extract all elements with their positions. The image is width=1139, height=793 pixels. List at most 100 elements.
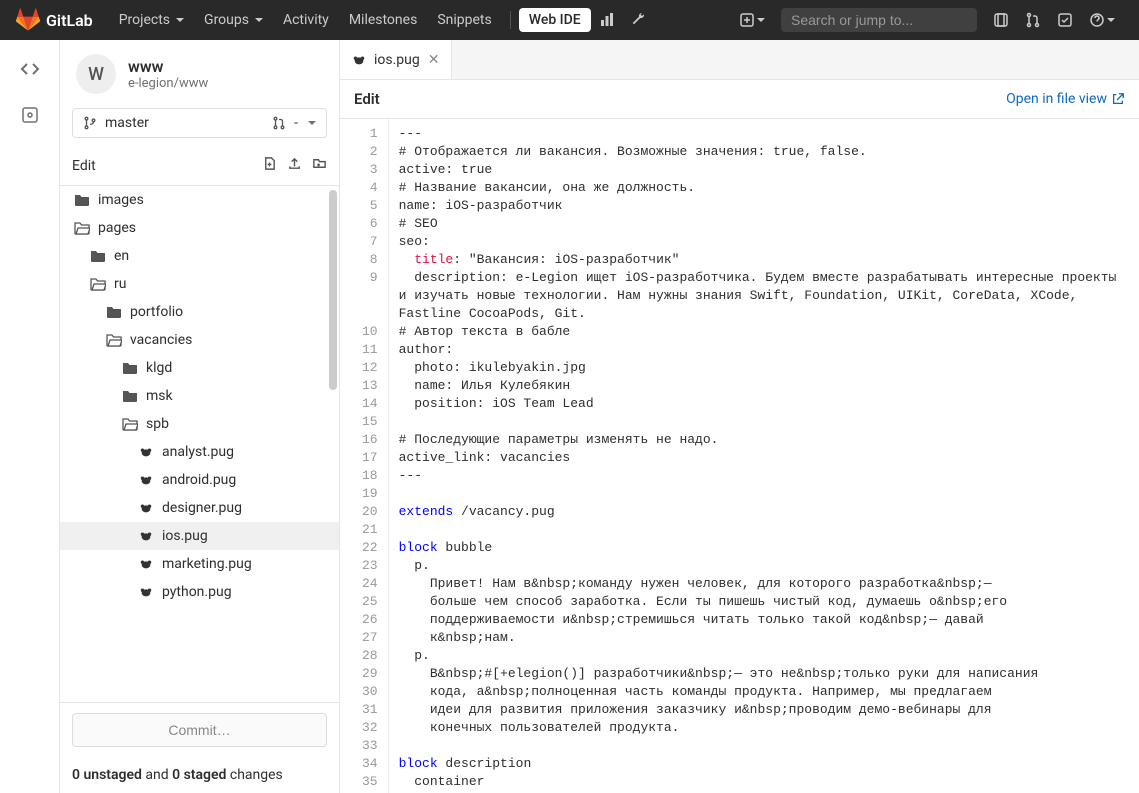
tree-item-vacancies[interactable]: vacancies [60, 326, 339, 354]
upload-icon[interactable] [287, 156, 302, 175]
folder-icon [74, 193, 90, 207]
editor-panel: ios.pug ✕ Edit Open in file view 1234567… [340, 40, 1139, 793]
section-header: Edit [60, 146, 339, 186]
activity-rail [0, 40, 60, 793]
nav-activity[interactable]: Activity [273, 0, 339, 40]
pug-icon [138, 529, 154, 543]
tree-label: images [98, 192, 144, 208]
open-in-file-view-link[interactable]: Open in file view [1006, 91, 1125, 107]
tanuki-icon [16, 8, 40, 32]
ide-layout: W www e-legion/www master - Edit [0, 40, 1139, 793]
pug-icon [138, 473, 154, 487]
tree-item-images[interactable]: images [60, 186, 339, 214]
chevron-down-icon [308, 121, 316, 125]
tree-label: android.pug [162, 472, 236, 488]
tree-label: marketing.pug [162, 556, 252, 572]
tree-label: ios.pug [162, 528, 208, 544]
tree-item-klgd[interactable]: klgd [60, 354, 339, 382]
folder-icon [122, 389, 138, 403]
tree-item-python-pug[interactable]: python.pug [60, 578, 339, 606]
commit-button[interactable]: Commit… [72, 713, 327, 747]
toolbar-title: Edit [354, 90, 380, 108]
tree-item-en[interactable]: en [60, 242, 339, 270]
code-editor[interactable]: 1234567891011121314151617181920212223242… [340, 119, 1139, 793]
nav-milestones[interactable]: Milestones [339, 0, 428, 40]
folder-open-icon [90, 277, 106, 291]
file-tree[interactable]: images pages en ruportfolio vacancies klgd msk… [60, 186, 339, 702]
tree-item-pages[interactable]: pages [60, 214, 339, 242]
tab-close-icon[interactable]: ✕ [428, 52, 440, 68]
tree-scrollbar[interactable] [329, 190, 337, 390]
project-path: e-legion/www [128, 76, 208, 91]
tree-label: ru [114, 276, 126, 292]
nav-groups[interactable]: Groups [194, 0, 273, 40]
pug-icon [138, 585, 154, 599]
new-folder-icon[interactable] [312, 156, 327, 175]
code-content[interactable]: ---# Отображается ли вакансия. Возможные… [389, 119, 1139, 793]
merge-request-icon [272, 116, 286, 130]
pug-icon [138, 445, 154, 459]
tab-filename: ios.pug [374, 52, 420, 68]
folder-icon [106, 305, 122, 319]
brand-text: GitLab [46, 11, 93, 30]
folder-open-icon [74, 221, 90, 235]
branch-selector-row: master - [60, 108, 339, 146]
gitlab-logo[interactable]: GitLab [16, 8, 93, 32]
tree-item-msk[interactable]: msk [60, 382, 339, 410]
tree-item-spb[interactable]: spb [60, 410, 339, 438]
issues-icon[interactable] [985, 0, 1017, 40]
search-box[interactable] [781, 8, 977, 32]
branch-selector[interactable]: master - [72, 108, 327, 138]
status-line: 0 unstaged and 0 staged changes [60, 757, 339, 793]
topbar: GitLab Projects Groups Activity Mileston… [0, 0, 1139, 40]
tree-item-android-pug[interactable]: android.pug [60, 466, 339, 494]
pug-icon [352, 53, 366, 67]
folder-icon [90, 249, 106, 263]
branch-name: master [105, 115, 149, 131]
line-gutter: 1234567891011121314151617181920212223242… [340, 119, 389, 793]
webide-button[interactable]: Web IDE [519, 8, 591, 32]
section-title: Edit [72, 158, 96, 174]
tree-label: pages [98, 220, 136, 236]
pug-icon [138, 557, 154, 571]
mr-indicator: - [294, 115, 298, 131]
project-avatar: W [76, 54, 116, 94]
tree-label: spb [146, 416, 169, 432]
tree-item-ios-pug[interactable]: ios.pug [60, 522, 339, 550]
plus-icon[interactable] [731, 0, 773, 40]
editor-toolbar: Edit Open in file view [340, 80, 1139, 119]
tree-item-portfolio[interactable]: portfolio [60, 298, 339, 326]
folder-icon [122, 361, 138, 375]
nav-projects[interactable]: Projects [109, 0, 194, 40]
project-header[interactable]: W www e-legion/www [60, 40, 339, 108]
search-input[interactable] [791, 12, 972, 28]
branch-icon [83, 116, 97, 130]
chart-icon[interactable] [591, 0, 623, 40]
rail-review-icon[interactable] [17, 102, 43, 128]
tree-label: analyst.pug [162, 444, 234, 460]
new-file-icon[interactable] [262, 156, 277, 175]
sidebar: W www e-legion/www master - Edit [60, 40, 340, 793]
tree-label: msk [146, 388, 173, 404]
tree-item-analyst-pug[interactable]: analyst.pug [60, 438, 339, 466]
tree-item-designer-pug[interactable]: designer.pug [60, 494, 339, 522]
wrench-icon[interactable] [623, 0, 655, 40]
tree-label: klgd [146, 360, 172, 376]
commit-area: Commit… [60, 702, 339, 757]
external-link-icon [1111, 92, 1125, 106]
tab-ios-pug[interactable]: ios.pug ✕ [340, 40, 452, 79]
nav-separator [510, 11, 511, 29]
tree-label: vacancies [130, 332, 192, 348]
tree-label: en [114, 248, 129, 264]
tree-item-ru[interactable]: ru [60, 270, 339, 298]
tree-label: python.pug [162, 584, 232, 600]
tree-label: portfolio [130, 304, 183, 320]
rail-code-icon[interactable] [17, 56, 43, 82]
nav-snippets[interactable]: Snippets [427, 0, 501, 40]
todos-icon[interactable] [1049, 0, 1081, 40]
project-name: www [128, 57, 208, 76]
merge-requests-icon[interactable] [1017, 0, 1049, 40]
help-icon[interactable] [1081, 0, 1123, 40]
pug-icon [138, 501, 154, 515]
tree-item-marketing-pug[interactable]: marketing.pug [60, 550, 339, 578]
